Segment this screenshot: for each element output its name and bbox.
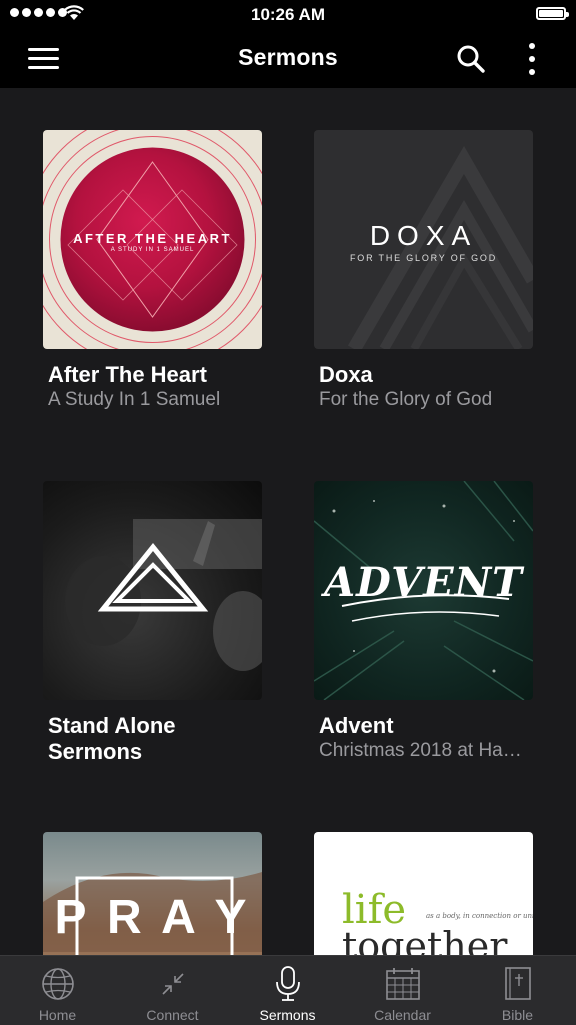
- series-card-pray[interactable]: P R A Y: [43, 832, 273, 955]
- artwork-title-text: ADVENT: [324, 559, 523, 606]
- page-title: Sermons: [238, 44, 338, 70]
- series-subtitle: For the Glory of God: [319, 389, 493, 410]
- artwork-subtitle-text: FOR THE GLORY OF GOD: [349, 253, 498, 263]
- tab-bar: Home Connect Sermons Calendar Bible: [0, 955, 576, 1025]
- series-subtitle: A Study In 1 Samuel: [48, 389, 221, 410]
- microphone-icon: [275, 966, 300, 1001]
- connect-icon: [161, 973, 184, 995]
- series-title[interactable]: After The Heart: [43, 362, 268, 388]
- status-bar: 10:26 AM: [0, 0, 576, 30]
- artwork-title-text: P R A Y: [54, 891, 251, 944]
- series-title[interactable]: Advent: [314, 713, 539, 739]
- artwork-subtitle-text: A STUDY IN 1 SAMUEL: [110, 247, 195, 253]
- tab-sermons[interactable]: Sermons: [230, 956, 345, 1025]
- tab-calendar[interactable]: Calendar: [345, 956, 460, 1025]
- tab-label: Calendar: [374, 1007, 431, 1023]
- globe-icon: [41, 968, 74, 1000]
- series-artwork[interactable]: AFTER THE HEART A STUDY IN 1 SAMUEL: [43, 130, 262, 349]
- series-card-stand-alone-sermons[interactable]: Stand Alone Sermons: [43, 481, 273, 765]
- tab-connect[interactable]: Connect: [115, 956, 230, 1025]
- series-artwork[interactable]: P R A Y: [43, 832, 262, 955]
- artwork-subtitle-text: together: [342, 924, 508, 955]
- series-title[interactable]: Stand Alone Sermons: [43, 713, 268, 765]
- artwork-small-text: as a body, in connection or union: [426, 912, 533, 920]
- series-card-life-together[interactable]: life as a body, in connection or union t…: [314, 832, 544, 955]
- series-card-doxa[interactable]: DOXA FOR THE GLORY OF GOD Doxa For the G…: [314, 130, 544, 411]
- more-options-icon[interactable]: [520, 43, 544, 75]
- battery-icon: [536, 7, 569, 20]
- series-subtitle: Christmas 2018 at Ha…: [319, 740, 522, 761]
- series-artwork[interactable]: [43, 481, 262, 700]
- tab-home[interactable]: Home: [0, 956, 115, 1025]
- calendar-icon: [385, 968, 420, 1000]
- series-artwork[interactable]: ADVENT: [314, 481, 533, 700]
- artwork-title-text: DOXA: [369, 220, 478, 251]
- navigation-bar: Sermons: [0, 30, 576, 88]
- tab-bible[interactable]: Bible: [460, 956, 575, 1025]
- search-icon[interactable]: [456, 44, 486, 74]
- series-card-after-the-heart[interactable]: AFTER THE HEART A STUDY IN 1 SAMUEL Afte…: [43, 130, 273, 411]
- series-artwork[interactable]: life as a body, in connection or union t…: [314, 832, 533, 955]
- status-time: 10:26 AM: [250, 5, 325, 24]
- tab-label: Sermons: [259, 1007, 316, 1023]
- tab-label: Connect: [146, 1007, 199, 1023]
- tab-label: Bible: [501, 1007, 534, 1023]
- series-artwork[interactable]: DOXA FOR THE GLORY OF GOD: [314, 130, 533, 349]
- bible-icon: [504, 967, 531, 1000]
- series-title[interactable]: Doxa: [314, 362, 539, 388]
- sermon-series-grid: AFTER THE HEART A STUDY IN 1 SAMUEL Afte…: [0, 88, 576, 955]
- artwork-title-text: AFTER THE HEART: [73, 231, 232, 246]
- tab-label: Home: [38, 1007, 77, 1023]
- series-card-advent[interactable]: ADVENT Advent Christmas 2018 at Ha…: [314, 481, 544, 762]
